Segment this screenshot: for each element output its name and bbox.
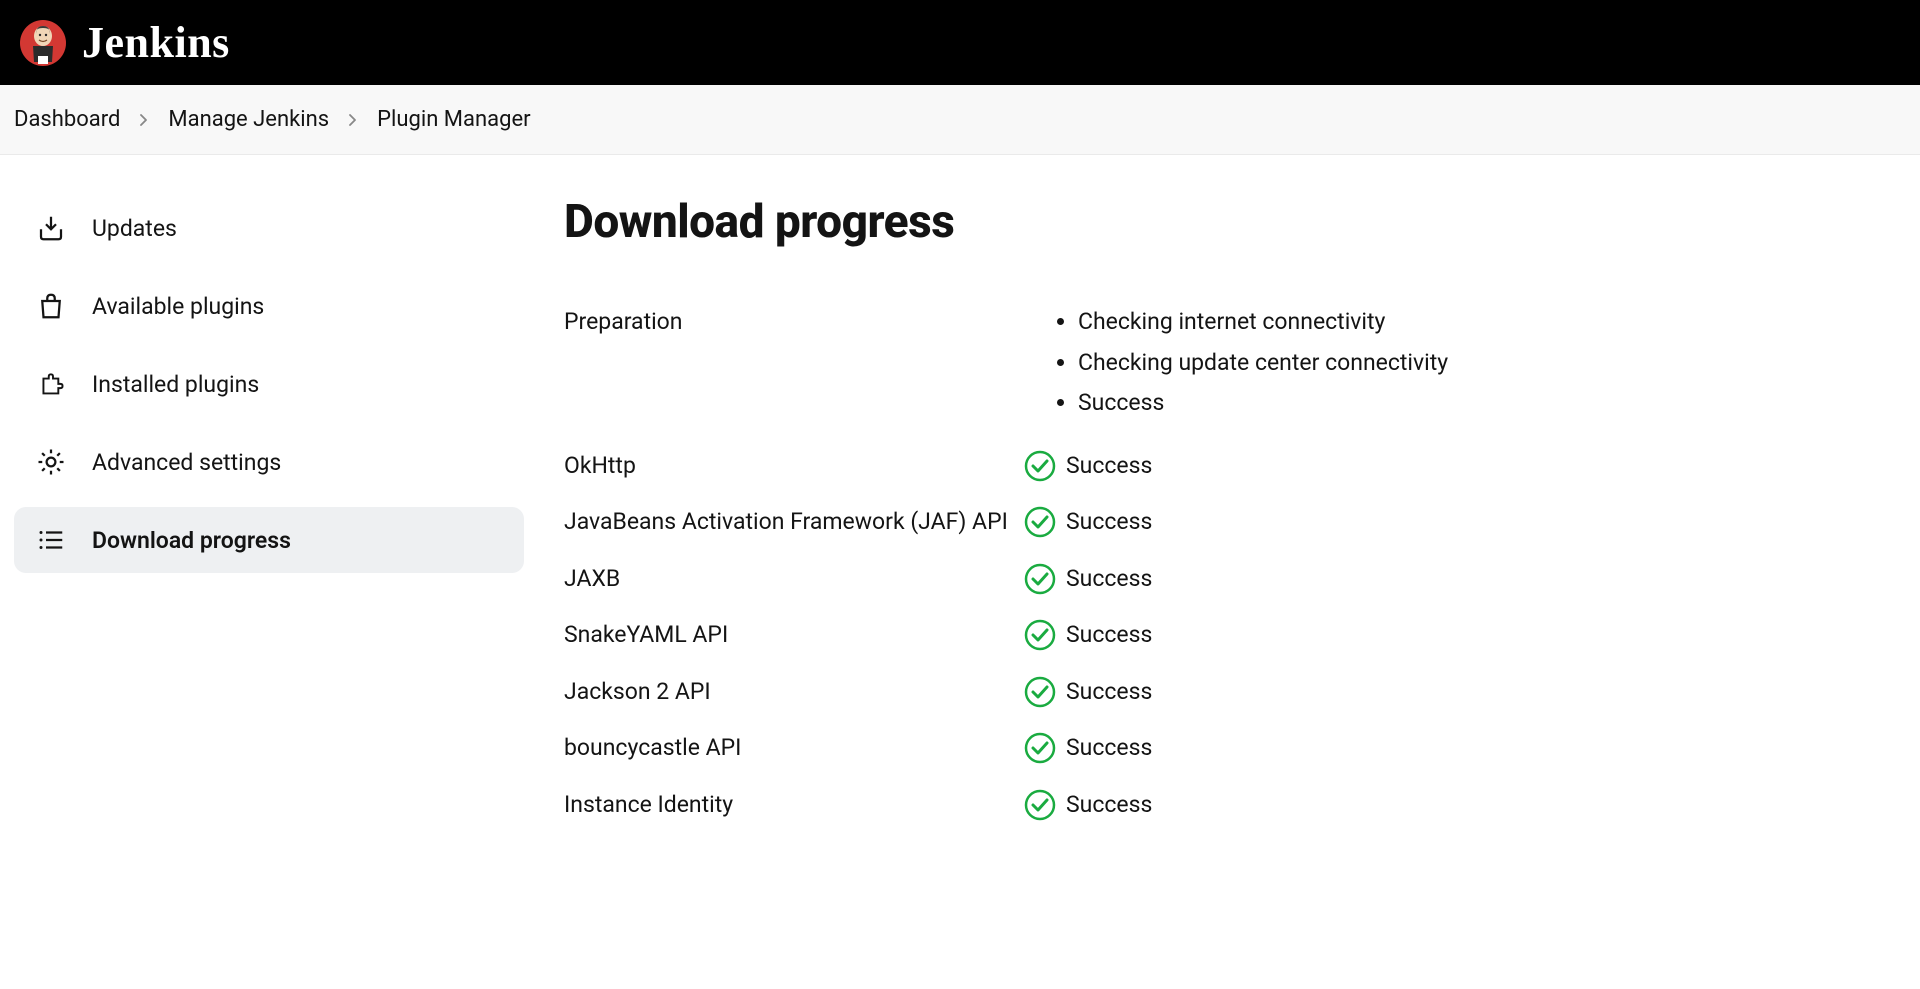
plugin-status: Success [1024, 725, 1906, 772]
sidebar: Updates Available plugins Installed plug… [14, 195, 524, 838]
logo[interactable]: Jenkins [18, 17, 230, 68]
plugin-status-text: Success [1066, 505, 1152, 540]
plugin-status-text: Success [1066, 675, 1152, 710]
progress-row-plugin: JavaBeans Activation Framework (JAF) API… [564, 499, 1906, 546]
sidebar-item-label: Advanced settings [92, 449, 281, 476]
plugin-status-text: Success [1066, 788, 1152, 823]
top-header: Jenkins [0, 0, 1920, 85]
breadcrumb-item-manage-jenkins[interactable]: Manage Jenkins [168, 107, 329, 132]
plugin-status: Success [1024, 499, 1906, 546]
puzzle-icon [36, 369, 66, 399]
progress-row-plugin: bouncycastle API Success [564, 725, 1906, 772]
jenkins-logo-icon [18, 18, 68, 68]
plugin-name: Jackson 2 API [564, 669, 1024, 716]
check-circle-icon [1024, 732, 1056, 764]
breadcrumb: Dashboard Manage Jenkins Plugin Manager [14, 107, 1906, 132]
progress-row-plugin: Jackson 2 API Success [564, 669, 1906, 716]
sidebar-item-label: Updates [92, 215, 177, 242]
sidebar-item-advanced-settings[interactable]: Advanced settings [14, 429, 524, 495]
sidebar-item-label: Installed plugins [92, 371, 259, 398]
plugin-status-text: Success [1066, 562, 1152, 597]
check-circle-icon [1024, 506, 1056, 538]
list-icon [36, 525, 66, 555]
progress-row-preparation: Preparation Checking internet connectivi… [564, 299, 1906, 433]
app-name: Jenkins [82, 17, 230, 68]
plugin-name: JavaBeans Activation Framework (JAF) API [564, 499, 1024, 546]
gear-icon [36, 447, 66, 477]
chevron-right-icon [138, 107, 150, 132]
preparation-step: Success [1078, 386, 1448, 421]
plugin-name: Instance Identity [564, 782, 1024, 829]
plugin-status: Success [1024, 612, 1906, 659]
check-circle-icon [1024, 450, 1056, 482]
progress-row-plugin: OkHttp Success [564, 443, 1906, 490]
plugin-status: Success [1024, 443, 1906, 490]
shopping-bag-icon [36, 291, 66, 321]
chevron-right-icon [347, 107, 359, 132]
sidebar-item-download-progress[interactable]: Download progress [14, 507, 524, 573]
plugin-status-text: Success [1066, 618, 1152, 653]
progress-row-plugin: JAXB Success [564, 556, 1906, 603]
plugin-status: Success [1024, 782, 1906, 829]
plugin-name: bouncycastle API [564, 725, 1024, 772]
sidebar-item-updates[interactable]: Updates [14, 195, 524, 261]
sidebar-item-installed-plugins[interactable]: Installed plugins [14, 351, 524, 417]
sidebar-item-available-plugins[interactable]: Available plugins [14, 273, 524, 339]
plugin-name: OkHttp [564, 443, 1024, 490]
check-circle-icon [1024, 676, 1056, 708]
page-title: Download progress [564, 195, 1906, 249]
plugin-status-text: Success [1066, 449, 1152, 484]
download-icon [36, 213, 66, 243]
check-circle-icon [1024, 619, 1056, 651]
plugin-status: Success [1024, 669, 1906, 716]
main-content: Download progress Preparation Checking i… [564, 195, 1906, 838]
preparation-step: Checking internet connectivity [1078, 305, 1448, 340]
check-circle-icon [1024, 789, 1056, 821]
plugin-status-text: Success [1066, 731, 1152, 766]
sidebar-item-label: Download progress [92, 527, 291, 554]
plugin-name: JAXB [564, 556, 1024, 603]
progress-table: Preparation Checking internet connectivi… [564, 299, 1906, 828]
progress-row-plugin: Instance Identity Success [564, 782, 1906, 829]
breadcrumb-item-dashboard[interactable]: Dashboard [14, 107, 120, 132]
sidebar-item-label: Available plugins [92, 293, 264, 320]
preparation-step: Checking update center connectivity [1078, 346, 1448, 381]
preparation-label: Preparation [564, 299, 1024, 346]
progress-row-plugin: SnakeYAML API Success [564, 612, 1906, 659]
preparation-status: Checking internet connectivity Checking … [1024, 299, 1906, 433]
breadcrumb-item-plugin-manager[interactable]: Plugin Manager [377, 107, 530, 132]
plugin-status: Success [1024, 556, 1906, 603]
plugin-name: SnakeYAML API [564, 612, 1024, 659]
check-circle-icon [1024, 563, 1056, 595]
breadcrumb-bar: Dashboard Manage Jenkins Plugin Manager [0, 85, 1920, 155]
